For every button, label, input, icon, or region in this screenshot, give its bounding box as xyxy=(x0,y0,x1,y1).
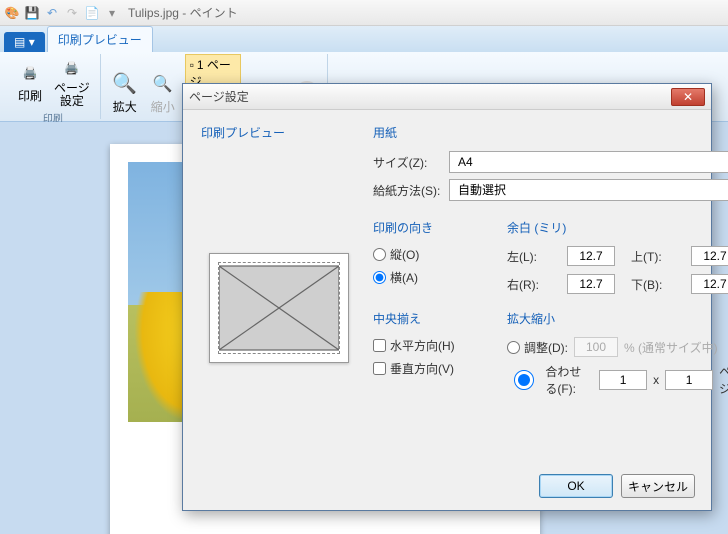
section-center: 中央揃え xyxy=(373,310,483,327)
margin-left-field[interactable] xyxy=(567,246,615,266)
tab-print-preview[interactable]: 印刷プレビュー xyxy=(47,26,153,52)
center-vertical-check[interactable]: 垂直方向(V) xyxy=(373,360,483,377)
paper-source-select[interactable]: 自動選択 xyxy=(449,179,728,201)
section-scale: 拡大縮小 xyxy=(507,310,728,327)
ribbon-group-print: 🖨️ 印刷 🖨️ ページ 設定 印刷 xyxy=(6,54,101,119)
scale-fit-radio[interactable]: 合わせる(F): xyxy=(507,363,593,397)
margin-bottom-field[interactable] xyxy=(691,274,728,294)
margin-top-field[interactable] xyxy=(691,246,728,266)
print-button[interactable]: 🖨️ 印刷 xyxy=(14,59,46,106)
ok-button[interactable]: OK xyxy=(539,474,613,498)
source-label: 給紙方法(S): xyxy=(373,182,449,199)
margin-bottom-label: 下(B): xyxy=(631,276,681,293)
redo-icon[interactable]: ↷ xyxy=(64,5,80,21)
section-preview: 印刷プレビュー xyxy=(201,124,349,141)
dialog-title: ページ設定 xyxy=(189,88,249,105)
orientation-landscape-radio[interactable]: 横(A) xyxy=(373,269,483,286)
paper-size-select[interactable]: A4 xyxy=(449,151,728,173)
section-margins: 余白 (ミリ) xyxy=(507,219,728,236)
page-setup-button[interactable]: 🖨️ ページ 設定 xyxy=(52,54,92,110)
margin-right-label: 右(R): xyxy=(507,276,557,293)
page-icon: ▫ xyxy=(190,58,194,72)
file-menu-tab[interactable]: ▤ ▾ xyxy=(4,32,45,52)
new-doc-icon[interactable]: 📄 xyxy=(84,5,100,21)
qat-dropdown-icon[interactable]: ▾ xyxy=(104,5,120,21)
margin-right-field[interactable] xyxy=(567,274,615,294)
section-paper: 用紙 xyxy=(373,124,728,141)
page-setup-icon: 🖨️ xyxy=(58,56,86,80)
scale-adjust-radio[interactable]: 調整(D): xyxy=(507,339,568,356)
section-orientation: 印刷の向き xyxy=(373,219,483,236)
center-horizontal-check[interactable]: 水平方向(H) xyxy=(373,337,483,354)
save-icon[interactable]: 💾 xyxy=(24,5,40,21)
ribbon-tabs: ▤ ▾ 印刷プレビュー xyxy=(0,26,728,52)
orientation-preview xyxy=(209,253,349,363)
zoom-in-icon: 🔍 xyxy=(111,72,139,96)
undo-icon[interactable]: ↶ xyxy=(44,5,60,21)
fit-width-field[interactable] xyxy=(599,370,647,390)
app-titlebar: 🎨 💾 ↶ ↷ 📄 ▾ Tulips.jpg - ペイント xyxy=(0,0,728,26)
printer-icon: 🖨️ xyxy=(16,61,44,85)
app-icon: 🎨 xyxy=(4,5,20,21)
scale-percent-field xyxy=(574,337,618,357)
page-setup-dialog: ページ設定 ✕ 印刷プレビュー 用紙 サイズ(Z): A4 xyxy=(182,83,712,511)
margin-top-label: 上(T): xyxy=(631,248,681,265)
orientation-portrait-radio[interactable]: 縦(O) xyxy=(373,246,483,263)
zoom-out-icon: 🔍 xyxy=(149,72,177,96)
scale-percent-suffix: % (通常サイズ中) xyxy=(624,339,718,356)
zoom-in-button[interactable]: 🔍 拡大 xyxy=(109,70,141,117)
app-title: Tulips.jpg - ペイント xyxy=(128,4,238,21)
fit-height-field[interactable] xyxy=(665,370,713,390)
cancel-button[interactable]: キャンセル xyxy=(621,474,695,498)
dialog-titlebar: ページ設定 ✕ xyxy=(183,84,711,110)
dialog-close-button[interactable]: ✕ xyxy=(671,88,705,106)
size-label: サイズ(Z): xyxy=(373,154,449,171)
zoom-out-button[interactable]: 🔍 縮小 xyxy=(147,70,179,117)
margin-left-label: 左(L): xyxy=(507,248,557,265)
close-icon: ✕ xyxy=(683,90,693,104)
menu-icon: ▤ xyxy=(14,35,25,49)
